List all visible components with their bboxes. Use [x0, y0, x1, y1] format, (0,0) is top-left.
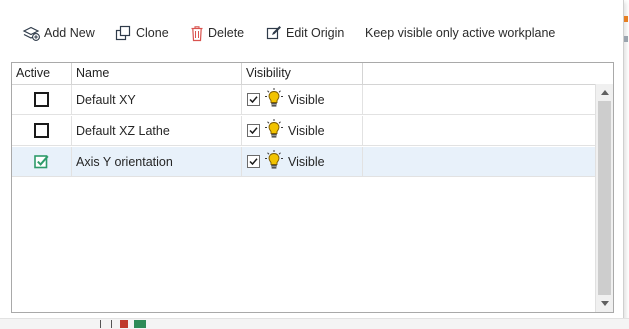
- add-new-label: Add New: [44, 26, 95, 40]
- clone-button[interactable]: Clone: [115, 22, 169, 44]
- active-cell[interactable]: [12, 116, 72, 145]
- filler-cell: [363, 116, 595, 145]
- visibility-cell[interactable]: Visible: [242, 147, 363, 176]
- table-row[interactable]: Default XY Visible: [12, 85, 595, 115]
- visibility-label: Visible: [288, 92, 325, 107]
- keep-visible-label: Keep visible only active workplane: [365, 26, 556, 40]
- background-orange-mark: [624, 16, 628, 22]
- visibility-label: Visible: [288, 154, 325, 169]
- column-header-filler: [363, 63, 613, 84]
- active-checkbox[interactable]: [34, 92, 49, 107]
- clone-label: Clone: [136, 26, 169, 40]
- checkmark-icon: [249, 158, 258, 166]
- clone-icon: [115, 25, 132, 42]
- workplanes-panel: Add New Clone Delete Edit Origin Keep vi…: [0, 0, 624, 321]
- checkmark-icon: [249, 96, 258, 104]
- lightbulb-icon: [264, 118, 284, 143]
- active-checkbox[interactable]: [34, 123, 49, 138]
- toolbar: Add New Clone Delete Edit Origin Keep vi…: [0, 0, 623, 60]
- visible-checkbox[interactable]: [247, 124, 260, 137]
- keep-visible-only-active-button[interactable]: Keep visible only active workplane: [365, 22, 555, 44]
- filler-cell: [363, 85, 595, 114]
- edit-icon: [266, 25, 282, 41]
- lightbulb-icon: [264, 149, 284, 174]
- scrollbar-thumb[interactable]: [598, 101, 611, 295]
- add-layers-icon: [22, 25, 40, 41]
- name-cell[interactable]: Axis Y orientation: [72, 147, 242, 176]
- table-row-selected[interactable]: Axis Y orientation Visible: [12, 147, 595, 177]
- background-grey-mark: [624, 36, 628, 42]
- visibility-cell[interactable]: Visible: [242, 85, 363, 114]
- green-checkmark-icon: [34, 155, 49, 169]
- trash-icon: [190, 25, 204, 42]
- active-cell[interactable]: [12, 85, 72, 114]
- vertical-scrollbar[interactable]: [595, 84, 613, 312]
- filler-cell: [363, 147, 595, 176]
- background-checkbox-fragment: [100, 320, 112, 328]
- name-cell[interactable]: Default XY: [72, 85, 242, 114]
- active-checkbox-checked[interactable]: [34, 154, 49, 169]
- visibility-cell[interactable]: Visible: [242, 116, 363, 145]
- visible-checkbox[interactable]: [247, 93, 260, 106]
- column-header-visibility[interactable]: Visibility: [242, 63, 363, 84]
- scroll-down-arrow-icon[interactable]: [596, 295, 613, 312]
- edit-origin-label: Edit Origin: [286, 26, 345, 40]
- delete-button[interactable]: Delete: [190, 22, 244, 44]
- background-green-icon-fragment: [134, 320, 146, 328]
- grid-header: Active Name Visibility: [12, 63, 613, 85]
- column-header-name[interactable]: Name: [72, 63, 242, 84]
- workplanes-grid: Active Name Visibility Default XY Visibl…: [11, 62, 614, 313]
- table-row[interactable]: Default XZ Lathe Visible: [12, 116, 595, 146]
- delete-label: Delete: [208, 26, 245, 40]
- lightbulb-icon: [264, 87, 284, 112]
- edit-origin-button[interactable]: Edit Origin: [266, 22, 344, 44]
- visible-checkbox[interactable]: [247, 155, 260, 168]
- background-window-strip: [0, 318, 629, 329]
- checkmark-icon: [249, 127, 258, 135]
- scroll-up-arrow-icon[interactable]: [596, 84, 613, 101]
- add-new-button[interactable]: Add New: [22, 22, 95, 44]
- visibility-label: Visible: [288, 123, 325, 138]
- active-cell[interactable]: [12, 147, 72, 176]
- name-cell[interactable]: Default XZ Lathe: [72, 116, 242, 145]
- column-header-active[interactable]: Active: [12, 63, 72, 84]
- background-red-icon-fragment: [120, 320, 128, 328]
